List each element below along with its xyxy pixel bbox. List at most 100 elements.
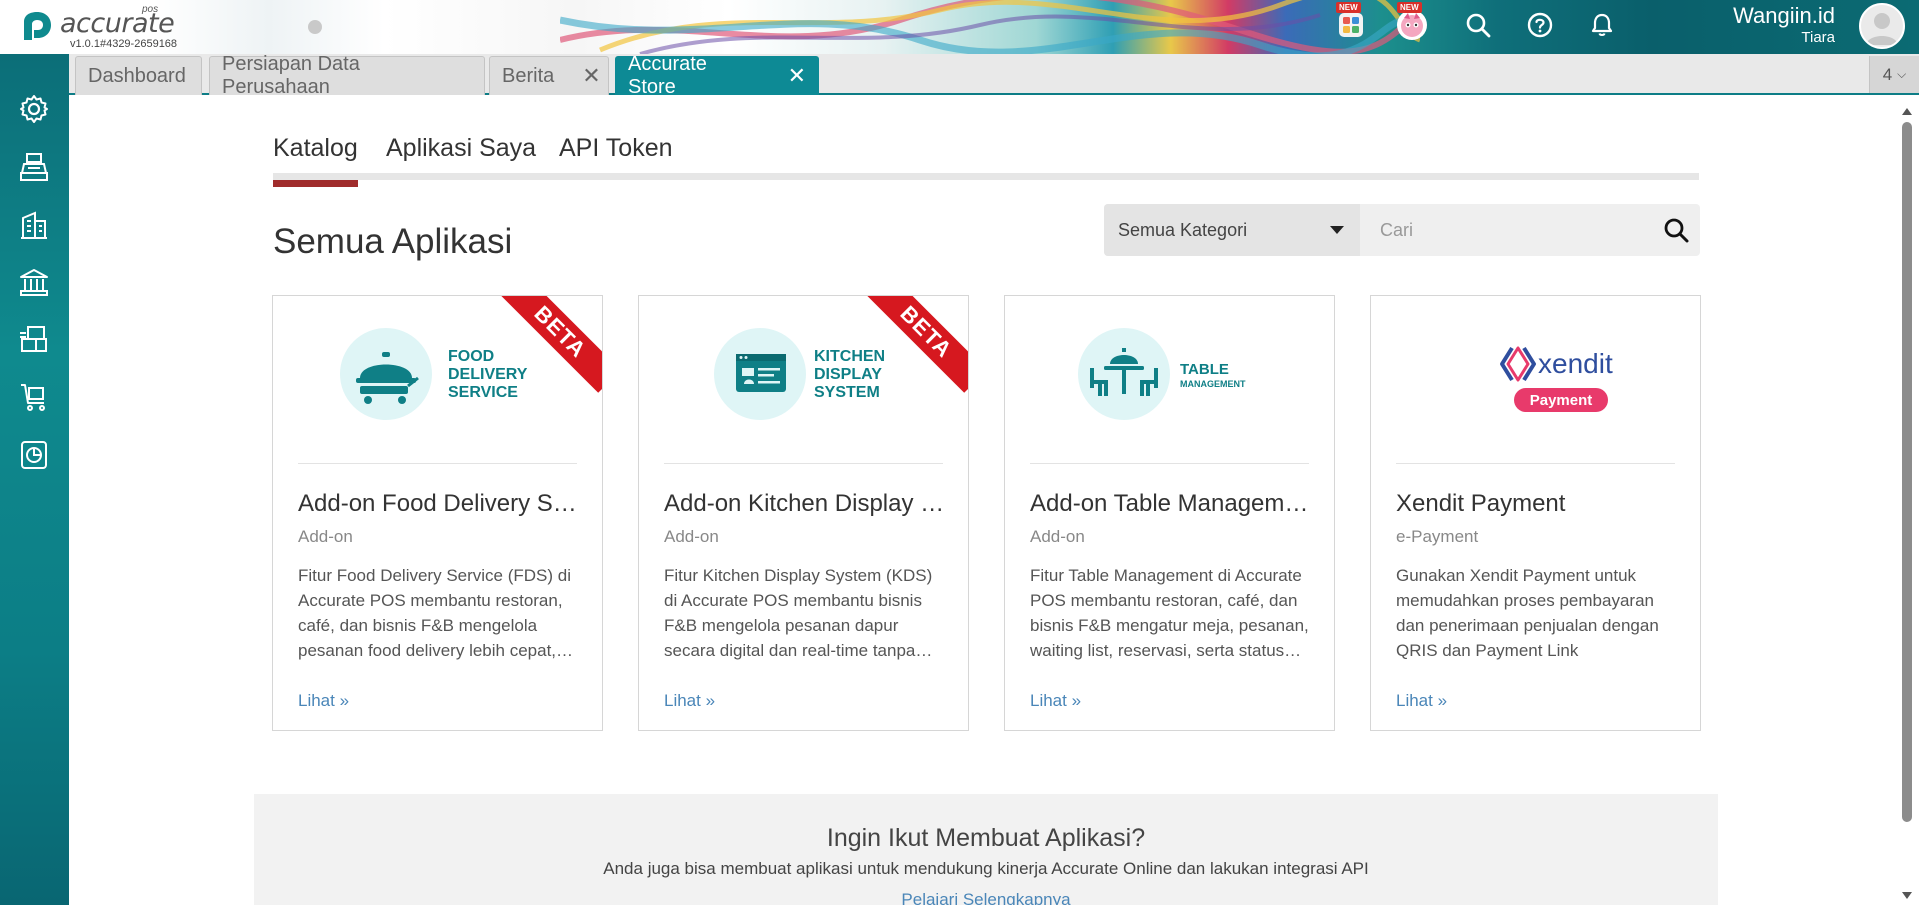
cart-icon <box>21 384 45 411</box>
scroll-thumb[interactable] <box>1902 122 1912 822</box>
category-select-value: Semua Kategori <box>1118 219 1248 240</box>
search-icon <box>1466 13 1491 38</box>
card-divider <box>1396 463 1675 464</box>
logo-pill: Payment <box>1530 392 1593 409</box>
app-card-table-management[interactable]: TABLE MANAGEMENT Add-on Table Management… <box>1004 295 1335 731</box>
tab-persiapan-data[interactable]: Persiapan Data Perusahaan <box>209 53 485 98</box>
tab-bar: Dashboard Persiapan Data Perusahaan Beri… <box>69 53 1919 98</box>
card-description: Fitur Kitchen Display System (KDS) di Ac… <box>664 566 933 660</box>
help-button[interactable] <box>1523 8 1557 42</box>
card-title: Xendit Payment <box>1396 490 1566 517</box>
card-category: e-Payment <box>1396 527 1479 546</box>
user-role: Tiara <box>1801 29 1835 46</box>
sidebar-item-purchase[interactable] <box>15 378 53 416</box>
tab-accurate-store[interactable]: Accurate Store ✕ <box>615 53 819 98</box>
sidebar-item-company[interactable] <box>15 206 53 244</box>
card-description: Fitur Food Delivery Service (FDS) di Acc… <box>298 566 572 660</box>
cta-subtitle: Anda juga bisa membuat aplikasi untuk me… <box>603 859 1369 878</box>
bell-icon <box>1591 13 1613 36</box>
logo-line: MANAGEMENT <box>1180 379 1246 389</box>
apps-grid-icon <box>1339 13 1363 37</box>
top-header: accurate pos v1.0.1#4329-2659168 NEW NEW <box>0 0 1919 54</box>
cashier-icon <box>20 153 48 181</box>
logo-line: SYSTEM <box>814 384 880 401</box>
card-category: Add-on <box>1030 527 1085 546</box>
card-view-link[interactable]: Lihat » <box>298 691 349 711</box>
tab-count-label: 4 <box>1882 64 1893 84</box>
tab-berita[interactable]: Berita ✕ <box>489 56 609 95</box>
tab-overflow-menu[interactable]: 4 ⌵ <box>1869 56 1919 93</box>
tab-dashboard[interactable]: Dashboard <box>75 56 202 95</box>
avatar-placeholder-icon <box>1866 13 1898 45</box>
tab-api-token[interactable]: API Token <box>559 134 673 176</box>
sidebar-item-bank[interactable] <box>15 263 53 301</box>
logo-line: DISPLAY <box>814 366 882 383</box>
logo-line: DELIVERY <box>448 366 528 383</box>
app-card-xendit-payment[interactable]: xendit Payment Xendit Payment e-Payment … <box>1370 295 1701 731</box>
gear-icon <box>20 95 48 123</box>
logo-line: SERVICE <box>448 384 518 401</box>
mascot-icon <box>1397 10 1427 40</box>
search-button[interactable] <box>1461 8 1495 42</box>
app-card-grid: BETA FOOD DELIVERY SERVICE Add-on Food D… <box>272 295 1702 731</box>
inventory-icon <box>20 326 47 352</box>
app-card-kitchen-display[interactable]: BETA KITCHEN DISPLAY SYSTEM Add-on Kitch… <box>638 295 969 731</box>
scroll-down-arrow-icon[interactable] <box>1902 892 1912 899</box>
search-input[interactable] <box>1370 204 1670 256</box>
card-description: Fitur Table Management di Accurate POS m… <box>1030 566 1309 660</box>
search-icon[interactable] <box>1662 216 1690 244</box>
user-menu[interactable]: Wangiin.id Tiara <box>1733 3 1835 47</box>
building-icon <box>21 211 47 239</box>
apps-button[interactable]: NEW <box>1334 2 1368 42</box>
sidebar-item-cashier[interactable] <box>15 148 53 186</box>
card-divider <box>1030 463 1309 464</box>
food-delivery-logo-icon: FOOD DELIVERY SERVICE <box>340 328 528 420</box>
brand-sup: pos <box>142 4 159 15</box>
scroll-up-arrow-icon[interactable] <box>1902 108 1912 115</box>
card-view-link[interactable]: Lihat » <box>1030 691 1081 711</box>
new-badge: NEW <box>1336 2 1361 13</box>
app-card-food-delivery[interactable]: BETA FOOD DELIVERY SERVICE Add-on Food D… <box>272 295 603 731</box>
table-management-logo-icon: TABLE MANAGEMENT <box>1078 328 1246 420</box>
brand-logo[interactable]: accurate pos v1.0.1#4329-2659168 <box>18 4 188 50</box>
main-content: Katalog Aplikasi Saya API Token Semua Ap… <box>74 104 1894 905</box>
scrollbar[interactable] <box>1899 104 1915 905</box>
card-title: Add-on Table Management <box>1030 490 1315 517</box>
accurate-logo-icon <box>24 12 51 40</box>
caret-down-icon <box>1330 226 1344 234</box>
mascot-button[interactable]: NEW <box>1395 2 1429 42</box>
close-icon[interactable]: ✕ <box>788 63 806 89</box>
store-subnav: Katalog Aplikasi Saya API Token <box>273 130 1699 187</box>
logo-word: xendit <box>1538 348 1613 379</box>
avatar[interactable] <box>1859 3 1905 49</box>
tab-katalog[interactable]: Katalog <box>273 134 358 187</box>
logo-line: KITCHEN <box>814 348 885 365</box>
close-icon[interactable]: ✕ <box>582 63 600 89</box>
version-label: v1.0.1#4329-2659168 <box>70 38 178 50</box>
card-title: Add-on Kitchen Display System <box>664 490 949 517</box>
card-divider <box>298 463 577 464</box>
card-description: Gunakan Xendit Payment untuk memudahkan … <box>1396 566 1659 660</box>
tab-aplikasi-saya[interactable]: Aplikasi Saya <box>386 134 536 176</box>
tab-label: Persiapan Data Perusahaan <box>222 53 360 98</box>
sidebar-item-reports[interactable] <box>15 436 53 474</box>
cta-title: Ingin Ikut Membuat Aplikasi? <box>826 824 1146 852</box>
sidebar-item-inventory[interactable] <box>15 320 53 358</box>
sidebar-item-settings[interactable] <box>15 90 53 128</box>
cta-learn-more-link[interactable]: Pelajari Selengkapnya <box>254 890 1718 905</box>
logo-line: TABLE <box>1180 361 1229 378</box>
status-dot <box>308 20 322 34</box>
card-view-link[interactable]: Lihat » <box>664 691 715 711</box>
section-title: Semua Aplikasi <box>273 222 513 261</box>
help-icon <box>1527 12 1553 38</box>
logo-line: FOOD <box>448 348 494 365</box>
developer-cta: Ingin Ikut Membuat Aplikasi? Anda juga b… <box>254 794 1718 905</box>
card-divider <box>664 463 943 464</box>
category-select[interactable]: Semua Kategori <box>1104 204 1360 256</box>
card-view-link[interactable]: Lihat » <box>1396 691 1447 711</box>
sidebar <box>0 54 69 905</box>
tab-label: Accurate Store <box>628 53 707 98</box>
kitchen-display-logo-icon: KITCHEN DISPLAY SYSTEM <box>714 328 885 420</box>
notification-button[interactable] <box>1585 8 1619 42</box>
header-decoration <box>560 0 1420 54</box>
